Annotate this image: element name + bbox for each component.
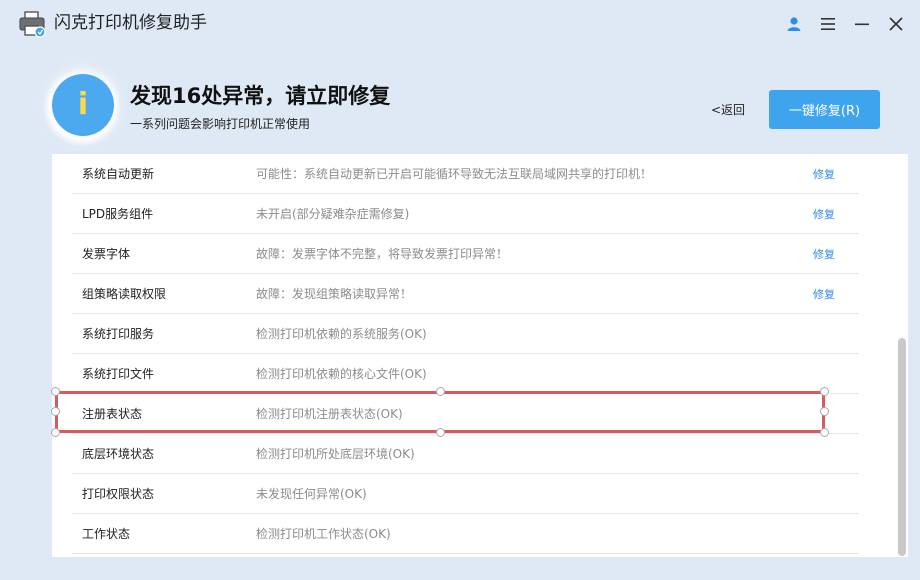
- item-name: 组策略读取权限: [82, 287, 167, 301]
- item-name: 系统自动更新: [82, 167, 155, 181]
- selection-handle[interactable]: [436, 387, 445, 396]
- list-scrollbar[interactable]: [896, 154, 908, 557]
- list-item: 系统打印服务 检测打印机依赖的系统服务(OK): [72, 314, 859, 354]
- item-description: 检测打印机所处底层环境(OK): [256, 447, 415, 461]
- selection-handle[interactable]: [820, 428, 829, 437]
- list-item: 打印权限状态 未发现任何异常(OK): [72, 474, 859, 514]
- info-icon: i: [52, 74, 114, 136]
- item-description: 未发现任何异常(OK): [256, 487, 367, 501]
- selection-handle[interactable]: [436, 428, 445, 437]
- item-description: 故障：发现组策略读取异常！: [256, 287, 413, 301]
- issue-list: 系统自动更新 可能性：系统自动更新已开启可能循环导致无法互联局域网共享的打印机！ 修…: [52, 154, 908, 557]
- item-description: 检测打印机依赖的核心文件(OK): [256, 367, 427, 381]
- fix-link[interactable]: 修复: [813, 207, 835, 223]
- fix-link[interactable]: 修复: [813, 247, 835, 263]
- list-item: 组策略读取权限 故障：发现组策略读取异常！ 修复: [72, 274, 859, 314]
- item-description: 故障：发票字体不完整，将导致发票打印异常！: [256, 247, 509, 261]
- close-icon[interactable]: [884, 12, 908, 36]
- scrollbar-thumb[interactable]: [898, 338, 906, 556]
- window-title: 闪克打印机修复助手: [54, 13, 207, 33]
- selection-handle[interactable]: [820, 407, 829, 416]
- item-name: 系统打印服务: [82, 327, 155, 341]
- fix-link[interactable]: 修复: [813, 287, 835, 303]
- list-item: 工作状态 检测打印机工作状态(OK): [72, 514, 859, 554]
- info-icon-glyph: i: [77, 87, 89, 122]
- fix-all-button[interactable]: 一键修复(R): [769, 90, 880, 129]
- item-description: 未开启(部分疑难杂症需修复): [256, 207, 410, 221]
- title-bar: 闪克打印机修复助手: [0, 0, 920, 48]
- back-link[interactable]: <返回: [711, 102, 745, 118]
- user-icon[interactable]: [782, 12, 806, 36]
- item-description: 检测打印机依赖的系统服务(OK): [256, 327, 427, 341]
- scan-result-header: i 发现16处异常，请立即修复 一系列问题会影响打印机正常使用 <返回 一键修复…: [0, 62, 920, 154]
- item-name: 系统打印文件: [82, 367, 155, 381]
- list-item: 发票字体 故障：发票字体不完整，将导致发票打印异常！ 修复: [72, 234, 859, 274]
- item-name: LPD服务组件: [82, 207, 154, 221]
- result-title: 发现16处异常，请立即修复: [130, 84, 391, 108]
- item-description: 可能性：系统自动更新已开启可能循环导致无法互联局域网共享的打印机！: [256, 167, 653, 181]
- item-name: 注册表状态: [82, 407, 143, 421]
- selection-handle[interactable]: [51, 428, 60, 437]
- list-item: 系统打印文件 检测打印机依赖的核心文件(OK): [72, 354, 859, 394]
- list-item: 注册表状态 检测打印机注册表状态(OK): [72, 394, 859, 434]
- minimize-icon[interactable]: [850, 12, 874, 36]
- item-description: 检测打印机注册表状态(OK): [256, 407, 403, 421]
- selection-handle[interactable]: [51, 387, 60, 396]
- item-name: 工作状态: [82, 527, 131, 541]
- menu-icon[interactable]: [816, 12, 840, 36]
- item-name: 发票字体: [82, 247, 131, 261]
- selection-handle[interactable]: [51, 407, 60, 416]
- item-description: 检测打印机工作状态(OK): [256, 527, 391, 541]
- item-name: 打印权限状态: [82, 487, 155, 501]
- list-item: LPD服务组件 未开启(部分疑难杂症需修复) 修复: [72, 194, 859, 234]
- list-item: 底层环境状态 检测打印机所处底层环境(OK): [72, 434, 859, 474]
- result-subtitle: 一系列问题会影响打印机正常使用: [130, 117, 311, 131]
- list-item: 系统自动更新 可能性：系统自动更新已开启可能循环导致无法互联局域网共享的打印机！ 修…: [72, 154, 859, 194]
- printer-icon: [18, 10, 46, 38]
- item-name: 底层环境状态: [82, 447, 155, 461]
- selection-handle[interactable]: [820, 387, 829, 396]
- fix-link[interactable]: 修复: [813, 167, 835, 183]
